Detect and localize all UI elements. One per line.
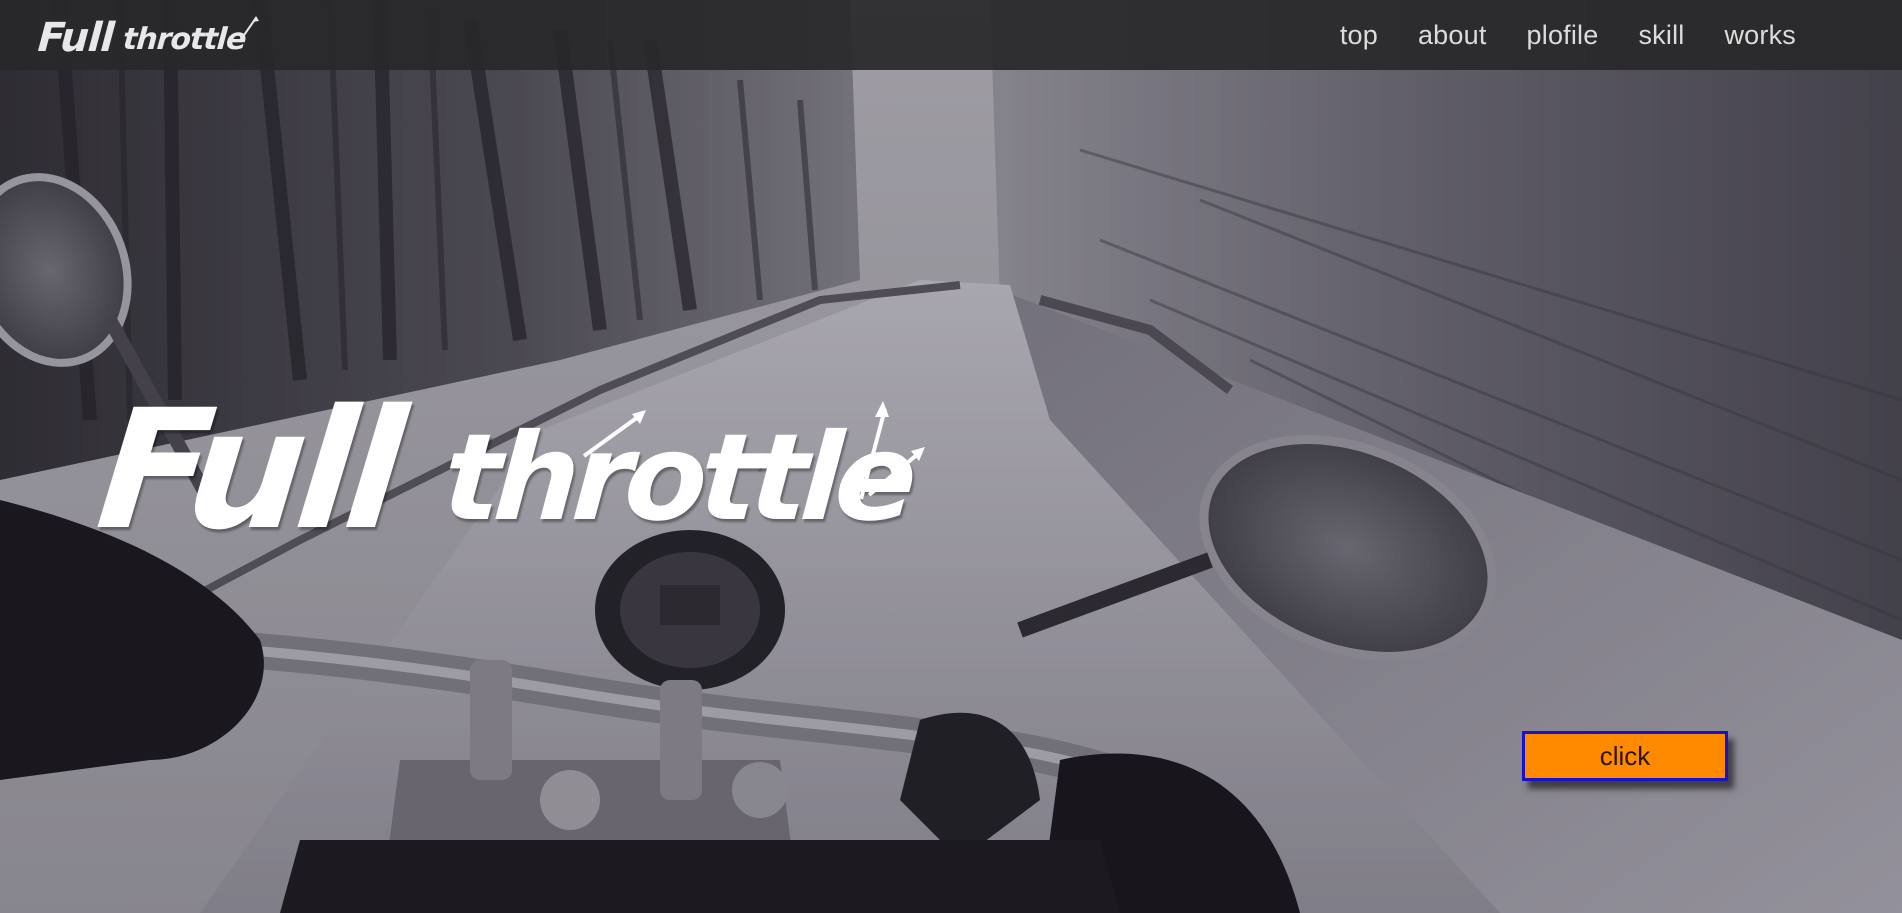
nav-item-works[interactable]: works xyxy=(1724,20,1796,51)
click-button[interactable]: click xyxy=(1522,731,1728,781)
page: Full throttle top about plofile skill wo… xyxy=(0,0,1902,913)
main-nav: top about plofile skill works xyxy=(1340,0,1796,70)
hero-title-full: Full xyxy=(89,374,406,566)
logo-word-throttle: throttle xyxy=(122,22,248,57)
site-header: Full throttle top about plofile skill wo… xyxy=(0,0,1902,70)
nav-item-skill[interactable]: skill xyxy=(1638,20,1684,51)
nav-item-plofile[interactable]: plofile xyxy=(1527,20,1599,51)
header-logo[interactable]: Full throttle xyxy=(36,10,262,61)
hero-title: Full throttle xyxy=(90,374,914,566)
hero-title-throttle: throttle xyxy=(438,409,915,548)
nav-item-about[interactable]: about xyxy=(1418,20,1487,51)
title-double-arrow-icon xyxy=(859,401,925,500)
title-arrow-icon xyxy=(582,410,646,458)
nav-item-top[interactable]: top xyxy=(1340,20,1378,51)
logo-word-full: Full xyxy=(36,15,116,61)
